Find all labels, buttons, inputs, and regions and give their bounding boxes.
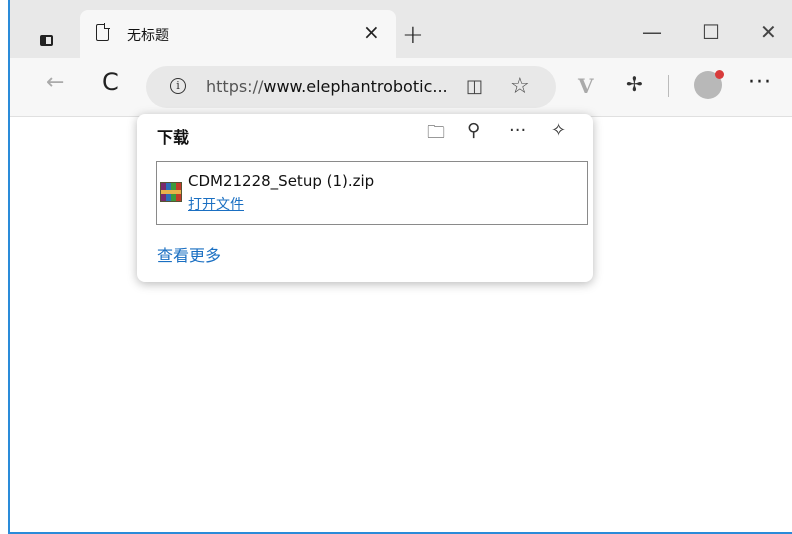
info-icon[interactable]: i	[170, 78, 186, 94]
settings-more-button[interactable]: ···	[748, 70, 772, 95]
url-domain: www.elephantrobotic...	[263, 77, 448, 96]
toolbar-divider	[668, 75, 669, 97]
search-icon[interactable]: ⚲	[467, 120, 480, 141]
tab-title: 无标题	[127, 28, 169, 44]
title-bar: 无标题 × + — ☐ ✕	[10, 0, 792, 58]
winrar-archive-icon	[160, 182, 182, 202]
open-folder-icon[interactable]: 🗀	[427, 120, 445, 150]
page-icon	[96, 23, 110, 41]
back-button[interactable]: ←	[46, 72, 64, 94]
downloads-title: 下载	[157, 128, 190, 147]
pin-icon[interactable]: ✧	[551, 120, 566, 141]
browser-toolbar: ← C i https://www.elephantrobotic... ◫ ☆…	[10, 58, 792, 117]
extension-v-icon[interactable]: V	[578, 74, 594, 98]
tab-actions-icon	[39, 34, 53, 46]
browser-window: 无标题 × + — ☐ ✕ ← C i https://www.elephant…	[8, 0, 792, 534]
tab-close-button[interactable]: ×	[363, 22, 380, 42]
tab-actions-button[interactable]	[30, 24, 62, 56]
new-tab-button[interactable]: +	[402, 22, 424, 48]
url-prefix: https://	[206, 77, 264, 96]
tab-active[interactable]: 无标题 ×	[80, 10, 396, 58]
see-more-link[interactable]: 查看更多	[157, 242, 221, 266]
minimize-button[interactable]: —	[642, 22, 662, 42]
downloads-panel: 下载 🗀 ⚲ ··· ✧ CDM21228_Setup (1).zip 打开文件…	[137, 114, 593, 282]
download-item[interactable]: CDM21228_Setup (1).zip 打开文件	[156, 161, 588, 225]
refresh-button[interactable]: C	[102, 70, 119, 94]
address-bar[interactable]: i https://www.elephantrobotic... ◫ ☆	[146, 66, 556, 108]
profile-avatar[interactable]	[694, 70, 724, 99]
open-file-link[interactable]: 打开文件	[188, 194, 244, 214]
reader-view-icon[interactable]: ◫	[466, 76, 483, 97]
more-options-icon[interactable]: ···	[509, 120, 526, 141]
add-favorite-icon[interactable]: ☆	[510, 74, 530, 99]
maximize-button[interactable]: ☐	[702, 22, 720, 42]
extensions-icon[interactable]: ✢	[626, 72, 643, 96]
url-text[interactable]: https://www.elephantrobotic...	[206, 77, 448, 96]
download-file-name: CDM21228_Setup (1).zip	[188, 172, 375, 190]
close-window-button[interactable]: ✕	[760, 22, 777, 42]
